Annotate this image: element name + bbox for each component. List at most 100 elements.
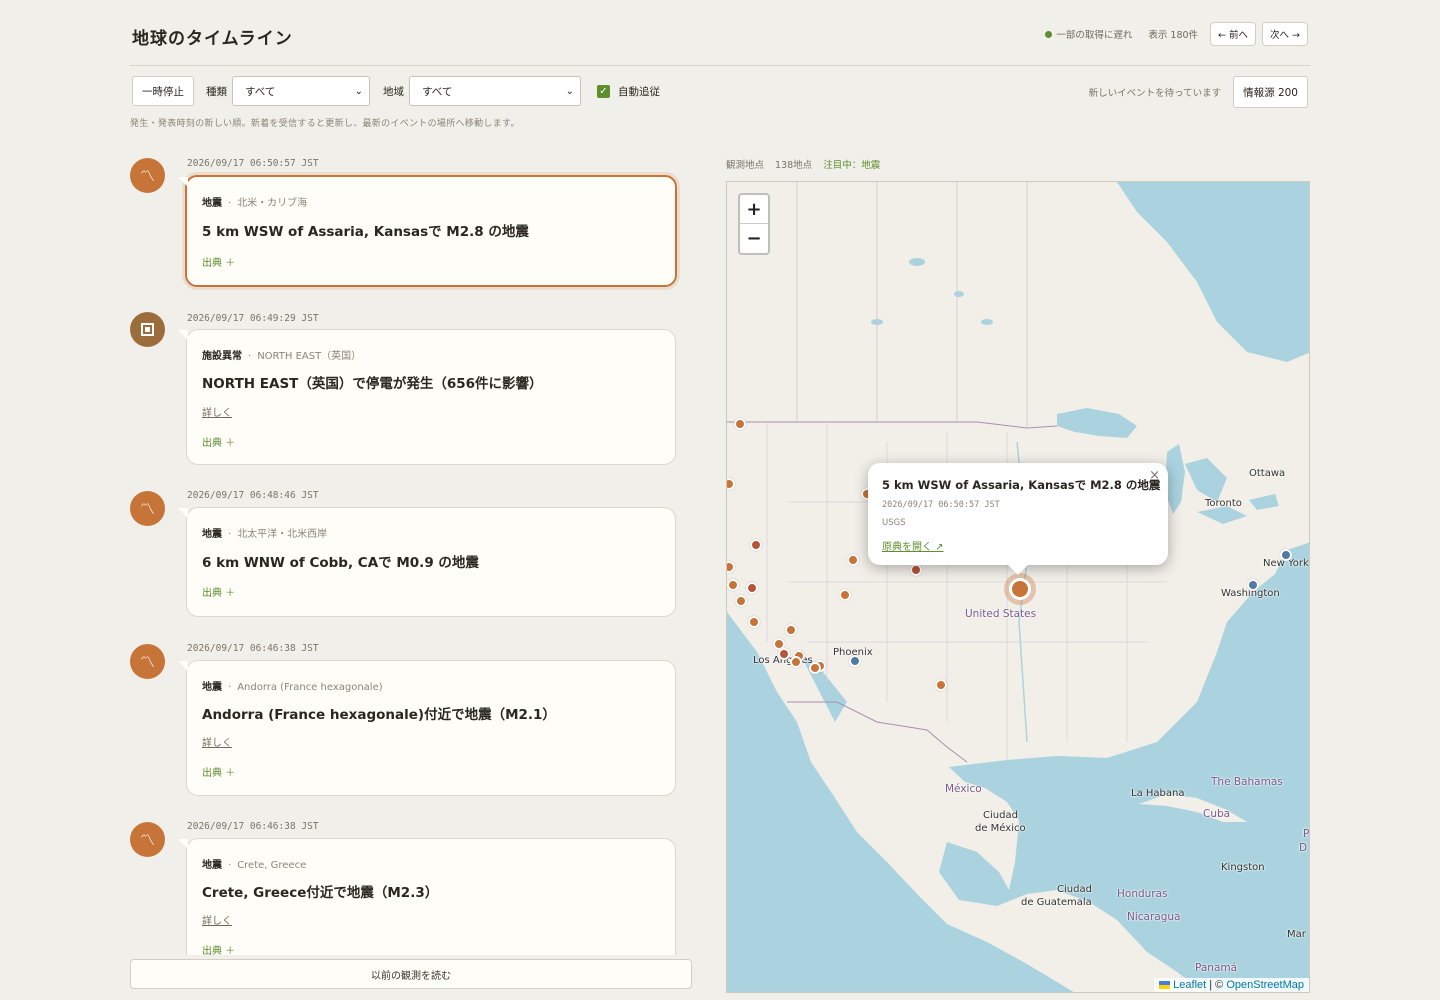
ukraine-flag-icon [1159, 981, 1171, 990]
map-label-kingston: Kingston [1221, 862, 1265, 873]
event-time: 2026/09/17 06:49:29 JST [187, 313, 319, 324]
event-time: 2026/09/17 06:50:57 JST [187, 158, 319, 169]
popup-title: 5 km WSW of Assaria, Kansasで M2.8 の地震 [882, 478, 1161, 492]
event-card[interactable]: 地震 · 北太平洋・北米西岸 6 km WNW of Cobb, CAで M0.9 … [178, 507, 676, 617]
region-label: 地域 [383, 85, 404, 98]
event-meta: 地震 · Andorra (France hexagonale) [202, 682, 383, 693]
event-title: Andorra (France hexagonale)付近で地震（M2.1） [202, 707, 556, 723]
status-dot-icon [1045, 31, 1053, 38]
event-marker[interactable] [1247, 579, 1259, 591]
event-meta: 施設異常 · NORTH EAST（英国） [202, 351, 362, 362]
type-select[interactable]: すべて ⌄ [232, 76, 370, 106]
source-toggle[interactable]: 出典 ＋ [202, 254, 235, 269]
source-toggle[interactable]: 出典 ＋ [202, 942, 235, 955]
source-toggle[interactable]: 出典 ＋ [202, 434, 235, 449]
map-label-mexico-city-1: Ciudad [983, 810, 1018, 821]
event-marker[interactable] [735, 595, 747, 607]
popup-source: USGS [882, 518, 906, 528]
map-attribution: Leaflet | © OpenStreetMap [1154, 978, 1309, 992]
type-label: 種類 [206, 85, 227, 98]
event-marker[interactable] [748, 616, 760, 628]
chevron-down-icon: ⌄ [354, 85, 363, 97]
event-card[interactable]: 地震 · Andorra (France hexagonale) Andorra (… [178, 660, 676, 796]
map-label-edge: P [1303, 828, 1310, 840]
zoom-control: + − [738, 193, 770, 255]
details-link[interactable]: 詳しく [202, 734, 232, 749]
source-toggle[interactable]: 出典 ＋ [202, 584, 235, 599]
map-label-la-habana: La Habana [1131, 788, 1185, 799]
event-title: 6 km WNW of Cobb, CAで M0.9 の地震 [202, 555, 479, 571]
map-label-united-states: United States [965, 608, 1037, 620]
map-label-ottawa: Ottawa [1249, 468, 1286, 479]
event-meta: 地震 · 北太平洋・北米西岸 [202, 529, 328, 540]
map-label-edge: Mar [1287, 929, 1306, 940]
filter-bar: 一時停止 種類 すべて ⌄ 地域 すべて ⌄ ✓ 自動追従 [132, 76, 660, 106]
event-marker[interactable] [809, 662, 821, 674]
autofollow-toggle[interactable]: ✓ 自動追従 [597, 84, 660, 99]
event-meta: 地震 · 北米・カリブ海 [202, 198, 308, 209]
event-title: Crete, Greece付近で地震（M2.3） [202, 885, 439, 901]
event-time: 2026/09/17 06:46:38 JST [187, 643, 319, 654]
facility-icon [130, 312, 165, 347]
fetch-status: 一部の取得に遅れ [1045, 27, 1132, 41]
event-marker[interactable] [935, 679, 947, 691]
quake-icon: 〽 [130, 644, 165, 679]
event-marker[interactable] [1280, 549, 1292, 561]
zoom-in-button[interactable]: + [740, 195, 768, 224]
event-title: 5 km WSW of Assaria, Kansasで M2.8 の地震 [202, 224, 529, 240]
event-marker[interactable] [910, 564, 922, 576]
source-toggle[interactable]: 出典 ＋ [202, 764, 235, 779]
event-marker[interactable] [849, 655, 861, 667]
event-marker[interactable] [839, 589, 851, 601]
event-card[interactable]: 地震 · 北米・カリブ海 5 km WSW of Assaria, Kansasで … [178, 175, 677, 287]
waiting-text: 新しいイベントを待っています [1088, 88, 1222, 99]
next-button[interactable]: 次へ → [1262, 22, 1308, 46]
chevron-down-icon: ⌄ [565, 85, 574, 97]
selected-event-marker[interactable] [1009, 578, 1031, 600]
event-card[interactable]: 地震 · Crete, Greece Crete, Greece付近で地震（M2.3… [178, 838, 676, 955]
event-marker[interactable] [750, 539, 762, 551]
details-link[interactable]: 詳しく [202, 404, 232, 419]
region-select[interactable]: すべて ⌄ [409, 76, 581, 106]
header-controls: 一部の取得に遅れ 表示 180件 ← 前へ 次へ → [1045, 22, 1308, 46]
prev-button[interactable]: ← 前へ [1210, 22, 1257, 46]
close-icon[interactable]: × [1149, 468, 1160, 483]
leaflet-link[interactable]: Leaflet [1173, 979, 1206, 991]
map-label-panama: Panamá [1195, 962, 1238, 974]
quake-icon: 〽 [130, 158, 165, 193]
map-label-mexico-city-2: de México [975, 823, 1026, 834]
event-popup: 5 km WSW of Assaria, Kansasで M2.8 の地震 20… [868, 463, 1168, 575]
event-timeline: 〽 2026/09/17 06:50:57 JST 地震 · 北米・カリブ海 5 k… [128, 150, 688, 955]
map-label-guatemala-1: Ciudad [1057, 884, 1092, 895]
quake-icon: 〽 [130, 822, 165, 857]
event-marker[interactable] [847, 554, 859, 566]
event-marker[interactable] [734, 418, 746, 430]
map-label-bahamas: The Bahamas [1211, 776, 1283, 788]
details-link[interactable]: 詳しく [202, 912, 232, 927]
map-label-edge: D [1299, 842, 1308, 854]
event-marker[interactable] [727, 579, 739, 591]
app-header: 地球のタイムライン 一部の取得に遅れ 表示 180件 ← 前へ 次へ → [130, 20, 1310, 66]
event-marker[interactable] [790, 656, 802, 668]
map-label-mexico: México [945, 783, 982, 795]
map-label-honduras: Honduras [1117, 888, 1168, 900]
event-marker[interactable] [778, 648, 790, 660]
quake-icon: 〽 [130, 491, 165, 526]
popup-time: 2026/09/17 06:50:57 JST [882, 500, 1000, 510]
map-label-guatemala-2: de Guatemala [1021, 897, 1092, 908]
map-label-toronto: Toronto [1205, 498, 1242, 509]
pause-button[interactable]: 一時停止 [132, 76, 194, 106]
checkbox-checked-icon[interactable]: ✓ [597, 84, 610, 98]
event-marker[interactable] [785, 624, 797, 636]
event-time: 2026/09/17 06:46:38 JST [187, 821, 319, 832]
sources-button[interactable]: 情報源 200 [1233, 76, 1308, 108]
osm-link[interactable]: OpenStreetMap [1226, 979, 1304, 991]
load-older-button[interactable]: 以前の観測を読む [130, 959, 692, 989]
open-source-link[interactable]: 原典を開く ↗ [882, 538, 944, 553]
event-card[interactable]: 施設異常 · NORTH EAST（英国） NORTH EAST（英国）で停電が発生… [178, 329, 676, 465]
type-select-value: すべて [245, 85, 276, 98]
event-map[interactable]: Ottawa Toronto New York Washington Unite… [726, 181, 1310, 993]
event-marker[interactable] [746, 582, 758, 594]
map-summary: 観測地点 138地点 注目中：地震 [726, 160, 881, 171]
zoom-out-button[interactable]: − [740, 224, 768, 253]
